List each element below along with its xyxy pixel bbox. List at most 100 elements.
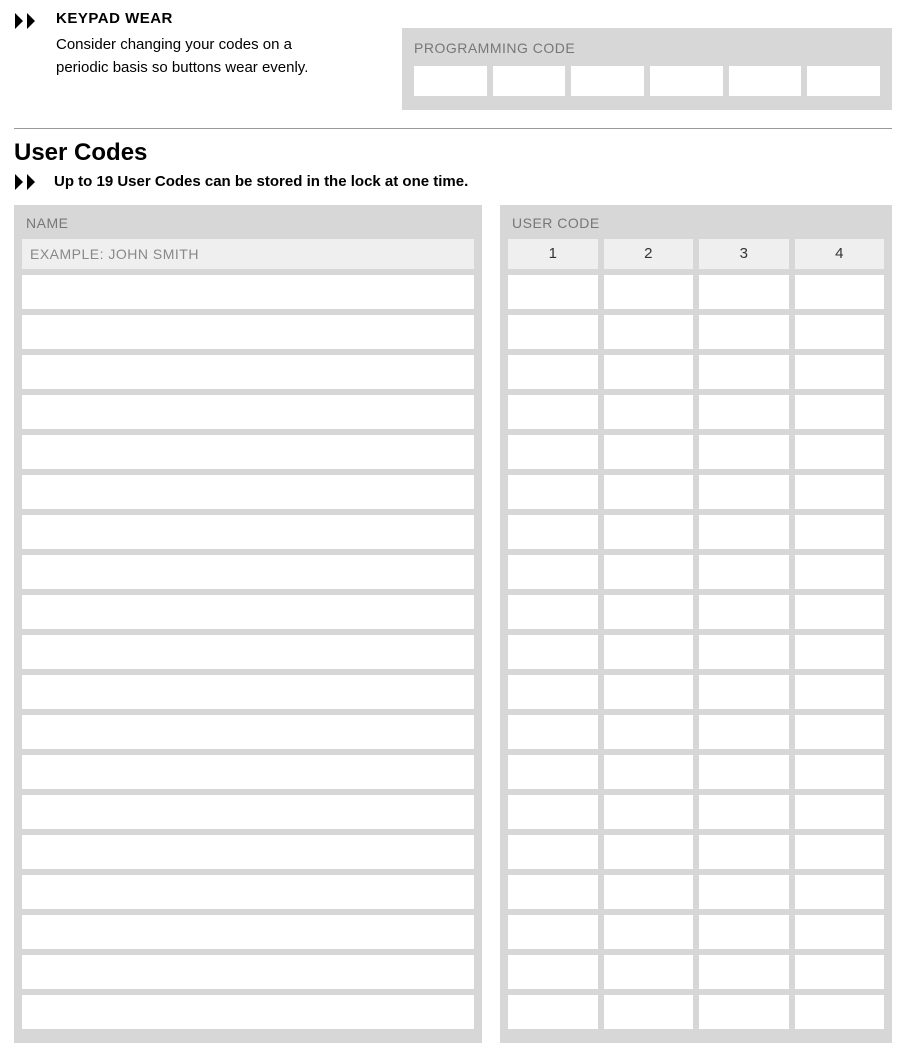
code-cell[interactable] xyxy=(795,595,885,629)
code-cell[interactable] xyxy=(508,955,598,989)
code-cell[interactable] xyxy=(508,995,598,1029)
name-cell[interactable] xyxy=(22,395,474,429)
code-cell[interactable] xyxy=(699,955,789,989)
code-cell[interactable] xyxy=(604,275,694,309)
code-cell[interactable] xyxy=(604,715,694,749)
code-cell[interactable] xyxy=(795,555,885,589)
code-cell[interactable] xyxy=(508,795,598,829)
code-cell[interactable] xyxy=(508,755,598,789)
code-cell[interactable] xyxy=(795,475,885,509)
name-cell[interactable] xyxy=(22,835,474,869)
name-cell[interactable] xyxy=(22,555,474,589)
name-cell[interactable] xyxy=(22,635,474,669)
name-cell[interactable] xyxy=(22,875,474,909)
code-cell[interactable] xyxy=(795,635,885,669)
code-cell[interactable] xyxy=(604,315,694,349)
code-cell[interactable] xyxy=(604,435,694,469)
code-cell[interactable] xyxy=(795,515,885,549)
code-cell[interactable] xyxy=(508,515,598,549)
programming-code-cell[interactable] xyxy=(571,66,644,96)
code-cell[interactable] xyxy=(699,395,789,429)
code-cell[interactable] xyxy=(508,275,598,309)
code-cell[interactable] xyxy=(508,675,598,709)
code-cell[interactable] xyxy=(604,755,694,789)
code-cell[interactable] xyxy=(508,315,598,349)
code-cell[interactable] xyxy=(604,355,694,389)
code-cell[interactable] xyxy=(795,835,885,869)
code-cell[interactable] xyxy=(795,315,885,349)
name-cell[interactable] xyxy=(22,515,474,549)
programming-code-cell[interactable] xyxy=(807,66,880,96)
code-cell[interactable] xyxy=(604,475,694,509)
code-cell[interactable] xyxy=(795,355,885,389)
code-cell[interactable] xyxy=(795,435,885,469)
code-cell[interactable] xyxy=(795,795,885,829)
code-cell[interactable] xyxy=(795,955,885,989)
code-cell[interactable] xyxy=(795,915,885,949)
code-cell[interactable] xyxy=(699,275,789,309)
code-cell[interactable] xyxy=(795,875,885,909)
code-cell[interactable] xyxy=(508,475,598,509)
code-cell[interactable] xyxy=(508,835,598,869)
code-cell[interactable] xyxy=(508,555,598,589)
name-cell[interactable] xyxy=(22,315,474,349)
code-cell[interactable] xyxy=(699,435,789,469)
programming-code-cell[interactable] xyxy=(493,66,566,96)
code-cell[interactable] xyxy=(699,875,789,909)
code-cell[interactable] xyxy=(699,715,789,749)
code-cell[interactable] xyxy=(508,635,598,669)
code-cell[interactable] xyxy=(604,875,694,909)
code-cell[interactable] xyxy=(508,395,598,429)
code-cell[interactable] xyxy=(795,755,885,789)
code-cell[interactable] xyxy=(604,595,694,629)
name-cell[interactable] xyxy=(22,595,474,629)
name-cell[interactable] xyxy=(22,475,474,509)
code-cell[interactable] xyxy=(508,915,598,949)
code-cell[interactable] xyxy=(604,795,694,829)
code-cell[interactable] xyxy=(604,955,694,989)
name-cell[interactable] xyxy=(22,435,474,469)
code-cell[interactable] xyxy=(508,355,598,389)
code-cell[interactable] xyxy=(699,555,789,589)
code-cell[interactable] xyxy=(699,355,789,389)
name-cell[interactable] xyxy=(22,995,474,1029)
code-cell[interactable] xyxy=(699,315,789,349)
name-cell[interactable] xyxy=(22,955,474,989)
name-cell[interactable] xyxy=(22,275,474,309)
name-cell[interactable] xyxy=(22,795,474,829)
code-cell[interactable] xyxy=(795,715,885,749)
code-cell[interactable] xyxy=(699,475,789,509)
name-cell[interactable] xyxy=(22,755,474,789)
code-cell[interactable] xyxy=(604,395,694,429)
code-cell[interactable] xyxy=(604,515,694,549)
code-cell[interactable] xyxy=(508,875,598,909)
code-cell[interactable] xyxy=(604,915,694,949)
name-cell[interactable] xyxy=(22,355,474,389)
code-cell[interactable] xyxy=(699,915,789,949)
code-cell[interactable] xyxy=(508,595,598,629)
programming-code-cell[interactable] xyxy=(414,66,487,96)
code-cell[interactable] xyxy=(604,635,694,669)
code-cell[interactable] xyxy=(604,555,694,589)
code-cell[interactable] xyxy=(699,835,789,869)
code-cell[interactable] xyxy=(508,715,598,749)
code-cell[interactable] xyxy=(604,835,694,869)
name-cell[interactable] xyxy=(22,715,474,749)
code-cell[interactable] xyxy=(699,795,789,829)
code-cell[interactable] xyxy=(795,275,885,309)
code-cell[interactable] xyxy=(604,675,694,709)
code-cell[interactable] xyxy=(699,635,789,669)
code-cell[interactable] xyxy=(699,995,789,1029)
code-cell[interactable] xyxy=(699,755,789,789)
code-cell[interactable] xyxy=(699,675,789,709)
code-cell[interactable] xyxy=(795,995,885,1029)
programming-code-cell[interactable] xyxy=(650,66,723,96)
code-cell[interactable] xyxy=(795,395,885,429)
code-cell[interactable] xyxy=(604,995,694,1029)
code-cell[interactable] xyxy=(699,595,789,629)
code-cell[interactable] xyxy=(699,515,789,549)
programming-code-cell[interactable] xyxy=(729,66,802,96)
name-cell[interactable] xyxy=(22,675,474,709)
code-cell[interactable] xyxy=(795,675,885,709)
code-cell[interactable] xyxy=(508,435,598,469)
